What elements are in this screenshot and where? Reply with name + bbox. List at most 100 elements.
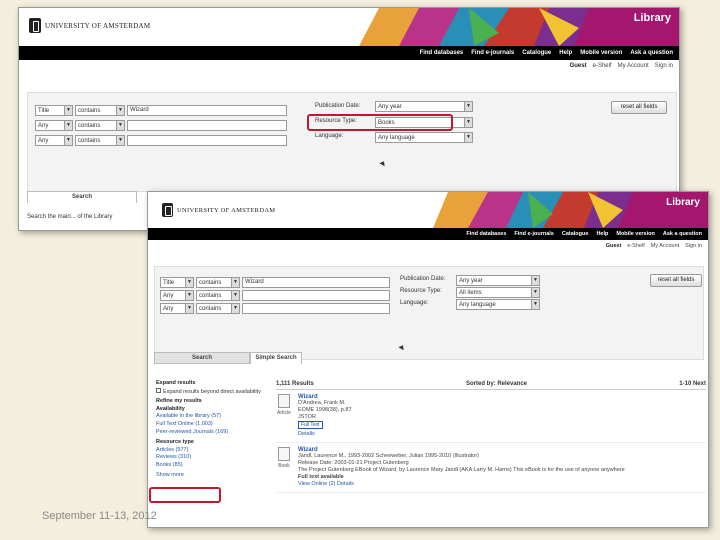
nav-catalogue[interactable]: Catalogue bbox=[562, 231, 589, 237]
query-input[interactable] bbox=[242, 290, 390, 301]
full-text-badge[interactable]: Full Text bbox=[298, 421, 323, 429]
main-nav: Find databases Find e-journals Catalogue… bbox=[148, 228, 708, 240]
field-select[interactable]: Title ▼ bbox=[160, 277, 194, 288]
result-item[interactable]: Book Wizard Jandl, Laurence M., 1993-200… bbox=[276, 443, 706, 493]
reset-all-fields-button[interactable]: reset all fields bbox=[611, 101, 667, 114]
nav-ask[interactable]: Ask a question bbox=[663, 231, 702, 237]
facet-reviews[interactable]: Reviews (310) bbox=[156, 454, 264, 462]
nav-find-ejournals[interactable]: Find e-journals bbox=[514, 231, 553, 237]
resource-type-label: Resource Type: bbox=[400, 288, 442, 294]
facet-available-library[interactable]: Available in the library (57) bbox=[156, 413, 264, 421]
nav-find-databases[interactable]: Find databases bbox=[466, 231, 506, 237]
language-select[interactable]: Any language ▼ bbox=[375, 132, 473, 143]
language-label: Language: bbox=[400, 300, 429, 306]
result-snippet: The Project Gutenberg EBook of Wizard, b… bbox=[298, 467, 625, 473]
sign-in-link[interactable]: Sign in bbox=[685, 243, 702, 249]
search-hint: Search the main... of the Library bbox=[27, 214, 113, 220]
crest-icon bbox=[29, 18, 41, 33]
user-links: Guest e-Shelf My Account Sign in bbox=[148, 240, 708, 251]
query-input[interactable] bbox=[242, 303, 390, 314]
results-list: 1,111 Results Sorted by: Relevance 1-10 … bbox=[276, 381, 706, 493]
field-select[interactable]: Any ▼ bbox=[160, 303, 194, 314]
footer-date: September 11-13, 2012 bbox=[42, 510, 157, 522]
header: UNIVERSITY OF AMSTERDAM Library bbox=[19, 8, 679, 46]
nav-find-databases[interactable]: Find databases bbox=[420, 50, 464, 56]
search-tabs: Search Simple Search bbox=[154, 352, 302, 364]
result-item[interactable]: Article Wizard D'Andrea, Frank M. EOME 1… bbox=[276, 390, 706, 443]
facet-full-text[interactable]: Full Text Online (1,003) bbox=[156, 421, 264, 429]
nav-help[interactable]: Help bbox=[596, 231, 608, 237]
guest-label: Guest bbox=[569, 63, 587, 69]
nav-mobile[interactable]: Mobile version bbox=[580, 50, 622, 56]
pub-date-select[interactable]: Any year ▼ bbox=[456, 275, 540, 286]
show-more-link[interactable]: Show more bbox=[156, 472, 264, 480]
library-title: Library bbox=[666, 197, 700, 208]
field-select[interactable]: Title ▼ bbox=[35, 105, 73, 116]
sort-select[interactable]: Sorted by: Relevance bbox=[466, 381, 527, 387]
resource-type-highlight bbox=[307, 114, 453, 131]
eshelf-link[interactable]: e-Shelf bbox=[593, 63, 612, 69]
books-facet-highlight bbox=[149, 487, 221, 503]
pub-date-label: Publication Date: bbox=[315, 103, 361, 109]
operator-select[interactable]: contains ▼ bbox=[75, 135, 125, 146]
facet-articles[interactable]: Articles (977) bbox=[156, 447, 264, 455]
operator-select[interactable]: contains ▼ bbox=[196, 303, 240, 314]
search-row-2: Any ▼ contains ▼ bbox=[35, 120, 287, 131]
search-row-1: Title ▼ contains ▼ Wizard bbox=[160, 277, 390, 288]
search-row-2: Any ▼ contains ▼ bbox=[160, 290, 390, 301]
query-input[interactable]: Wizard bbox=[127, 105, 287, 116]
details-link[interactable]: Details bbox=[298, 431, 352, 438]
operator-select[interactable]: contains ▼ bbox=[75, 105, 125, 116]
search-row-3: Any ▼ contains ▼ bbox=[160, 303, 390, 314]
language-select[interactable]: Any language ▼ bbox=[456, 299, 540, 310]
front-browser-window: UNIVERSITY OF AMSTERDAM Library Find dat… bbox=[147, 191, 709, 528]
operator-select[interactable]: contains ▼ bbox=[196, 277, 240, 288]
nav-help[interactable]: Help bbox=[559, 50, 572, 56]
operator-select[interactable]: contains ▼ bbox=[196, 290, 240, 301]
refine-heading: Refine my results bbox=[156, 398, 202, 405]
query-input[interactable]: Wizard bbox=[242, 277, 390, 288]
university-logo[interactable]: UNIVERSITY OF AMSTERDAM bbox=[162, 203, 275, 217]
field-select[interactable]: Any ▼ bbox=[35, 120, 73, 131]
tab-simple-search[interactable]: Simple Search bbox=[250, 352, 302, 364]
sign-in-link[interactable]: Sign in bbox=[655, 63, 673, 69]
expand-beyond-checkbox[interactable]: Expand results beyond direct availabilit… bbox=[156, 387, 264, 397]
view-online-link[interactable]: View Online (2) Details bbox=[298, 481, 628, 488]
field-select[interactable]: Any ▼ bbox=[160, 290, 194, 301]
query-input[interactable] bbox=[127, 135, 287, 146]
my-account-link[interactable]: My Account bbox=[618, 63, 649, 69]
result-release: Release Date: 2003-01-21 Project Gutenbe… bbox=[298, 460, 409, 466]
pagination[interactable]: 1-10 Next bbox=[679, 381, 706, 387]
nav-ask[interactable]: Ask a question bbox=[630, 50, 673, 56]
guest-label: Guest bbox=[605, 242, 622, 249]
query-input[interactable] bbox=[127, 120, 287, 131]
tab-search[interactable]: Search bbox=[154, 352, 250, 364]
search-tabs: Search bbox=[27, 191, 137, 203]
tab-search[interactable]: Search bbox=[27, 191, 137, 203]
resource-type-select[interactable]: All items ▼ bbox=[456, 287, 540, 298]
university-logo[interactable]: UNIVERSITY OF AMSTERDAM bbox=[29, 18, 150, 33]
nav-mobile[interactable]: Mobile version bbox=[616, 231, 655, 237]
operator-select[interactable]: contains ▼ bbox=[75, 120, 125, 131]
my-account-link[interactable]: My Account bbox=[651, 243, 679, 249]
facet-peer-reviewed[interactable]: Peer-reviewed Journals (169) bbox=[156, 429, 264, 437]
main-nav: Find databases Find e-journals Catalogue… bbox=[19, 46, 679, 60]
facet-books[interactable]: Books (85) bbox=[156, 462, 264, 470]
result-author: Jandl, Laurence M., 1993-2002 Scheeweber… bbox=[298, 453, 480, 459]
full-text-available: Full text available bbox=[298, 474, 344, 480]
library-title: Library bbox=[633, 12, 671, 24]
pub-date-select[interactable]: Any year ▼ bbox=[375, 101, 473, 112]
expand-results-heading: Expand results bbox=[156, 380, 196, 386]
result-db: JSTOR bbox=[298, 414, 316, 420]
crest-icon bbox=[162, 203, 173, 217]
nav-catalogue[interactable]: Catalogue bbox=[522, 50, 551, 56]
eshelf-link[interactable]: e-Shelf bbox=[627, 243, 644, 249]
nav-find-ejournals[interactable]: Find e-journals bbox=[471, 50, 514, 56]
pub-date-label: Publication Date: bbox=[400, 276, 446, 282]
header: UNIVERSITY OF AMSTERDAM Library bbox=[148, 192, 708, 228]
university-name: UNIVERSITY OF AMSTERDAM bbox=[45, 21, 151, 30]
book-thumb: Book bbox=[276, 447, 292, 488]
reset-all-fields-button[interactable]: reset all fields bbox=[650, 274, 702, 287]
facets-sidebar: Expand results Expand results beyond dir… bbox=[156, 380, 264, 479]
field-select[interactable]: Any ▼ bbox=[35, 135, 73, 146]
